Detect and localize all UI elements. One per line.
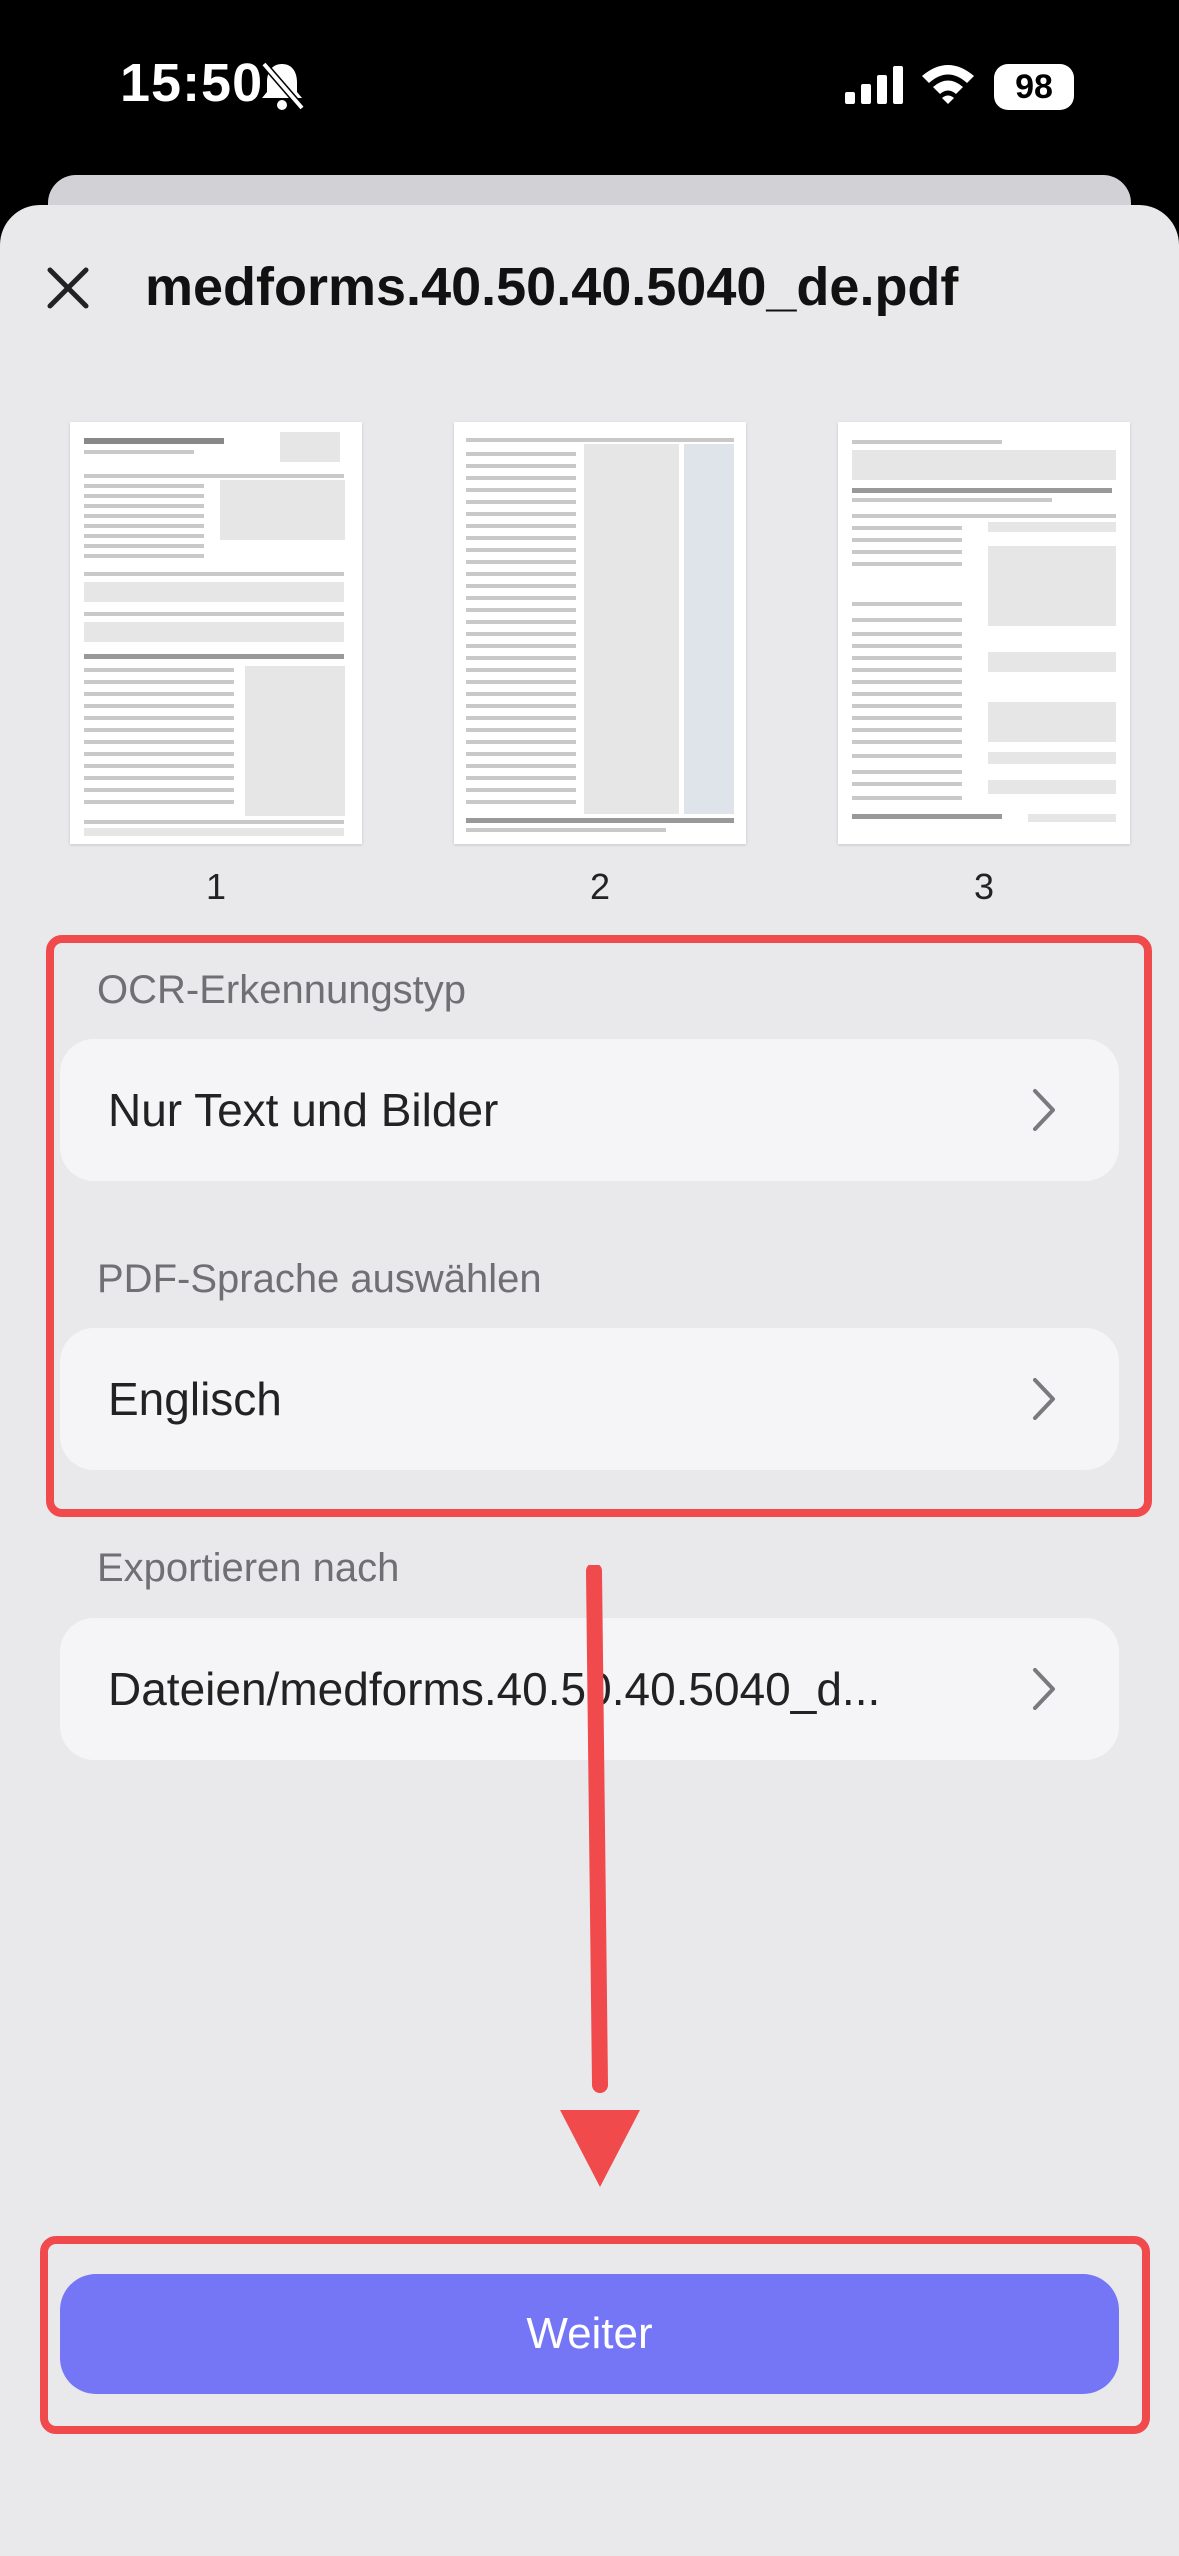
- export-to-label: Exportieren nach: [97, 1546, 400, 1590]
- wifi-icon: [920, 62, 976, 111]
- document-title: medforms.40.50.40.5040_de.pdf: [145, 257, 959, 317]
- annotation-arrow: [560, 1565, 640, 2187]
- page-number-2: 2: [589, 866, 611, 907]
- page-thumbnail-1[interactable]: [70, 422, 362, 844]
- status-time: 15:50: [120, 53, 264, 113]
- bell-muted-icon: [258, 60, 306, 117]
- page-number-1: 1: [205, 866, 227, 907]
- battery-indicator: 98: [994, 64, 1074, 110]
- page-thumbnail-2[interactable]: [454, 422, 746, 844]
- close-button[interactable]: [40, 260, 96, 316]
- page-number-3: 3: [973, 866, 995, 907]
- chevron-right-icon: [1033, 1668, 1055, 1710]
- export-to-value: Dateien/medforms.40.50.40.5040_d...: [108, 1663, 881, 1715]
- continue-button[interactable]: Weiter: [60, 2274, 1119, 2394]
- highlight-box-ocr-settings: [46, 935, 1152, 1517]
- status-bar: 15:50 98: [0, 0, 1179, 180]
- close-icon: [47, 267, 89, 309]
- page-thumbnail-3[interactable]: [838, 422, 1130, 844]
- cellular-signal-icon: [845, 66, 905, 109]
